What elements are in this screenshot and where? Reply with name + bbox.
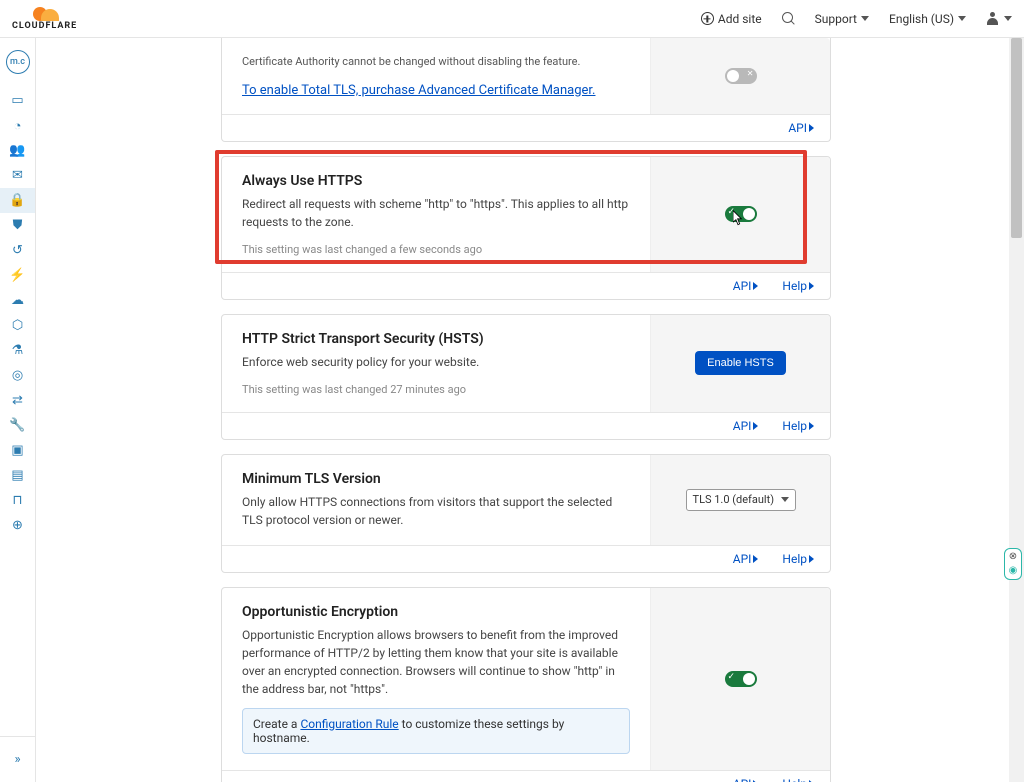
always-https-toggle[interactable]	[725, 206, 757, 222]
scrollbar-thumb[interactable]	[1011, 38, 1022, 238]
help-link[interactable]: Help	[782, 777, 814, 782]
language-menu[interactable]: English (US)	[889, 12, 966, 26]
api-link[interactable]: API	[733, 279, 759, 293]
nav-dns[interactable]: 👥	[0, 138, 35, 163]
nav-analytics[interactable]: ◔	[0, 113, 35, 138]
account-menu[interactable]	[986, 12, 1012, 26]
opportunistic-info: Create a Configuration Rule to customize…	[242, 708, 630, 754]
help-link[interactable]: Help	[782, 419, 814, 433]
site-badge[interactable]: m.c	[6, 50, 30, 74]
help-link[interactable]: Help	[782, 279, 814, 293]
card-opportunistic: Opportunistic Encryption Opportunistic E…	[221, 587, 831, 782]
nav-security[interactable]: ⛊	[0, 213, 35, 238]
main-content: Certificate Authority cannot be changed …	[36, 38, 1024, 782]
opportunistic-toggle[interactable]	[725, 671, 757, 687]
hsts-title: HTTP Strict Transport Security (HSTS)	[242, 331, 630, 347]
nav-rules[interactable]: ⚗	[0, 338, 35, 363]
nav-network[interactable]: ◎	[0, 363, 35, 388]
plus-icon	[701, 12, 714, 25]
widget-icon: ⊗	[1007, 551, 1019, 563]
chevron-right-icon	[753, 555, 758, 563]
hsts-desc: Enforce web security policy for your web…	[242, 353, 630, 371]
chevron-down-icon	[861, 16, 869, 21]
search-button[interactable]	[782, 12, 795, 25]
nav-workers[interactable]: ⬡	[0, 313, 35, 338]
cloudflare-logo[interactable]: CLOUDFLARE	[12, 7, 77, 31]
chevron-right-icon	[753, 422, 758, 430]
nav-caching[interactable]: ☁	[0, 288, 35, 313]
chevron-down-icon	[958, 16, 966, 21]
chevron-right-icon	[753, 282, 758, 290]
search-icon	[782, 12, 795, 25]
nav-traffic[interactable]: ⇄	[0, 388, 35, 413]
total-tls-toggle[interactable]	[725, 68, 757, 84]
api-link[interactable]: API	[788, 121, 814, 135]
min-tls-title: Minimum TLS Version	[242, 471, 630, 487]
chevron-down-icon	[1004, 16, 1012, 21]
person-icon	[986, 12, 1000, 26]
total-tls-link[interactable]: To enable Total TLS, purchase Advanced C…	[242, 83, 596, 98]
opportunistic-title: Opportunistic Encryption	[242, 604, 630, 620]
card-always-https: Always Use HTTPS Redirect all requests w…	[221, 156, 831, 300]
nav-email[interactable]: ✉	[0, 163, 35, 188]
topbar: CLOUDFLARE Add site Support English (US)	[0, 0, 1024, 38]
scrollbar[interactable]	[1009, 38, 1024, 782]
card-hsts: HTTP Strict Transport Security (HSTS) En…	[221, 314, 831, 440]
card-min-tls: Minimum TLS Version Only allow HTTPS con…	[221, 454, 831, 573]
chevron-right-icon	[809, 282, 814, 290]
opportunistic-desc: Opportunistic Encryption allows browsers…	[242, 626, 630, 698]
config-rule-link[interactable]: Configuration Rule	[300, 717, 398, 731]
always-https-desc: Redirect all requests with scheme "http"…	[242, 195, 630, 231]
widget-icon: ◉	[1007, 565, 1019, 577]
nav-apps[interactable]: ▤	[0, 463, 35, 488]
always-https-meta: This setting was last changed a few seco…	[242, 243, 630, 256]
card-total-tls: Certificate Authority cannot be changed …	[221, 38, 831, 142]
api-link[interactable]: API	[733, 552, 759, 566]
chevron-down-icon	[781, 497, 789, 502]
support-menu[interactable]: Support	[815, 12, 869, 26]
nav-scrape[interactable]: ⊓	[0, 488, 35, 513]
floating-widget[interactable]: ⊗ ◉	[1004, 548, 1022, 580]
api-link[interactable]: API	[733, 777, 759, 782]
nav-custom-pages[interactable]: 🔧	[0, 413, 35, 438]
api-link[interactable]: API	[733, 419, 759, 433]
nav-stream[interactable]: ▣	[0, 438, 35, 463]
nav-ssl-tls[interactable]: 🔒	[0, 188, 35, 213]
chevron-right-icon	[809, 555, 814, 563]
always-https-title: Always Use HTTPS	[242, 173, 630, 189]
add-site-button[interactable]: Add site	[701, 12, 762, 26]
sidebar: m.c ▭ ◔ 👥 ✉ 🔒 ⛊ ↺ ⚡ ☁ ⬡ ⚗ ◎ ⇄ 🔧 ▣ ▤ ⊓ ⊕ …	[0, 38, 36, 782]
chevron-right-icon	[809, 422, 814, 430]
nav-overview[interactable]: ▭	[0, 88, 35, 113]
nav-speed[interactable]: ⚡	[0, 263, 35, 288]
cloud-icon	[29, 7, 61, 21]
enable-hsts-button[interactable]: Enable HSTS	[695, 351, 786, 375]
min-tls-select[interactable]: TLS 1.0 (default)	[686, 489, 796, 511]
total-tls-desc: Certificate Authority cannot be changed …	[242, 54, 630, 71]
chevron-right-icon	[809, 124, 814, 132]
min-tls-desc: Only allow HTTPS connections from visito…	[242, 493, 630, 529]
nav-access[interactable]: ↺	[0, 238, 35, 263]
sidebar-expand[interactable]: »	[0, 747, 35, 772]
help-link[interactable]: Help	[782, 552, 814, 566]
hsts-meta: This setting was last changed 27 minutes…	[242, 383, 630, 396]
nav-zaraz[interactable]: ⊕	[0, 513, 35, 538]
